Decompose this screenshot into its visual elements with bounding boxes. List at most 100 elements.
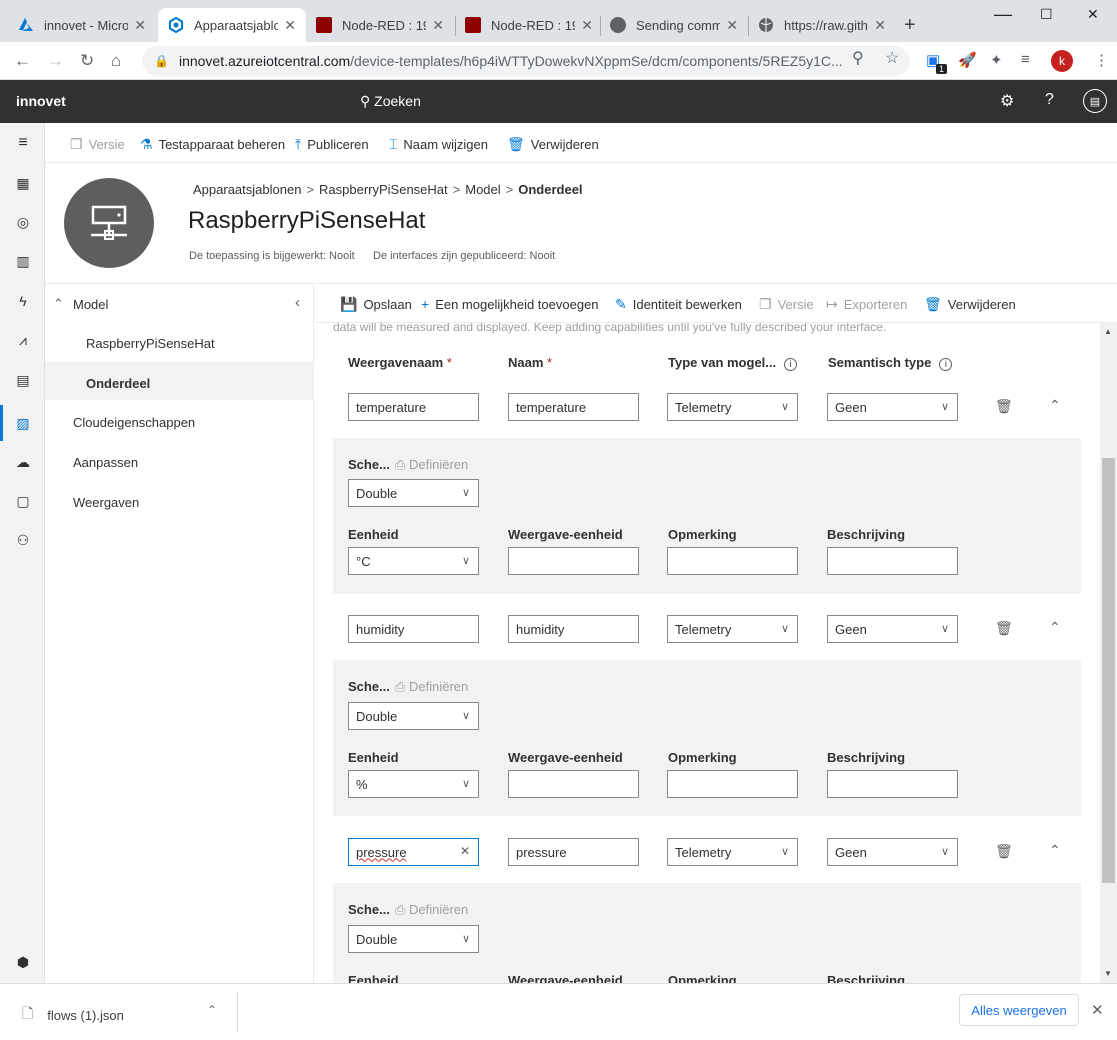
browser-tab[interactable]: Node-RED : 192 ✕	[455, 8, 603, 42]
browser-tab[interactable]: Node-RED : 192 ✕	[306, 8, 454, 42]
display-unit-input[interactable]	[508, 547, 639, 575]
browser-tab-active[interactable]: Apparaatsjablon ✕	[158, 8, 306, 42]
scrollbar-thumb[interactable]	[1102, 458, 1115, 883]
users-icon[interactable]: ⚇	[13, 530, 33, 550]
comment-input[interactable]	[667, 770, 798, 798]
version-button[interactable]: ❐ Versie	[759, 296, 814, 313]
reload-button[interactable]: ↻	[80, 51, 94, 71]
add-capability-button[interactable]: + Een mogelijkheid toevoegen	[421, 296, 599, 312]
name-input[interactable]: pressure	[508, 838, 639, 866]
chevron-up-icon[interactable]: ⌃	[1049, 842, 1061, 859]
home-button[interactable]: ⌂	[111, 51, 121, 71]
maximize-button[interactable]: ☐	[1040, 6, 1053, 23]
rename-button[interactable]: ⌶ Naam wijzigen	[389, 136, 488, 153]
info-icon[interactable]: i	[784, 357, 798, 371]
trash-icon[interactable]: 🗑	[995, 398, 1013, 415]
chevron-up-icon[interactable]: ⌃	[207, 1003, 217, 1017]
unit-dropdown[interactable]: °C ∨	[348, 547, 479, 575]
new-tab-button[interactable]: +	[904, 14, 916, 37]
description-input[interactable]	[827, 770, 958, 798]
iot-central-home-icon[interactable]: ⬢	[13, 952, 33, 972]
profile-avatar[interactable]: k	[1051, 50, 1073, 72]
name-input[interactable]: temperature	[508, 393, 639, 421]
display-unit-input[interactable]	[508, 770, 639, 798]
forward-button[interactable]: →	[47, 51, 64, 71]
display-name-input[interactable]: humidity	[348, 615, 479, 643]
close-icon[interactable]: ✕	[726, 17, 738, 34]
clear-icon[interactable]: ✕	[460, 844, 470, 858]
publish-button[interactable]: ⤒ Publiceren	[295, 136, 369, 153]
zoom-search-icon[interactable]: ⚲	[852, 48, 864, 68]
url-field[interactable]: 🔒 innovet.azureiotcentral.com/device-tem…	[142, 46, 910, 76]
puzzle-icon[interactable]: ✦	[990, 51, 1003, 69]
close-icon[interactable]: ✕	[134, 17, 146, 34]
info-icon[interactable]: i	[939, 357, 953, 371]
tree-item-component[interactable]: Onderdeel	[86, 376, 150, 391]
close-icon[interactable]: ✕	[874, 17, 886, 34]
schema-dropdown[interactable]: Double ∨	[348, 925, 479, 953]
gear-icon[interactable]: ⚙	[1000, 91, 1014, 111]
define-button[interactable]: ⎙ Definiëren	[395, 902, 468, 918]
user-account-icon[interactable]: ▤	[1083, 89, 1107, 113]
tree-item-customize[interactable]: Aanpassen	[73, 455, 138, 470]
scroll-down-arrow-icon[interactable]: ▼	[1104, 969, 1112, 978]
devices-icon[interactable]: ◎	[13, 212, 33, 232]
version-button[interactable]: ❐ Versie	[70, 136, 125, 153]
capability-type-dropdown[interactable]: Telemetry ∨	[667, 615, 798, 643]
breadcrumb-item[interactable]: Apparaatsjablonen	[193, 182, 301, 197]
manage-test-device-button[interactable]: ⚗ Testapparaat beheren	[140, 136, 285, 153]
close-icon[interactable]: ✕	[1091, 1001, 1104, 1019]
jobs-icon[interactable]: ▤	[13, 370, 33, 390]
semantic-type-dropdown[interactable]: Geen ∨	[827, 393, 958, 421]
breadcrumb-item[interactable]: Model	[465, 182, 500, 197]
minimize-button[interactable]: —	[994, 4, 1012, 25]
display-name-input[interactable]: temperature	[348, 393, 479, 421]
unit-dropdown[interactable]: % ∨	[348, 770, 479, 798]
comment-input[interactable]	[667, 547, 798, 575]
capability-type-dropdown[interactable]: Telemetry ∨	[667, 838, 798, 866]
edit-identity-button[interactable]: ✎ Identiteit bewerken	[615, 296, 742, 313]
tree-item-interface[interactable]: RaspberryPiSenseHat	[86, 336, 215, 351]
hamburger-menu-icon[interactable]: ≡	[13, 133, 33, 153]
semantic-type-dropdown[interactable]: Geen ∨	[827, 615, 958, 643]
schema-dropdown[interactable]: Double ∨	[348, 702, 479, 730]
help-icon[interactable]: ?	[1045, 91, 1054, 109]
define-button[interactable]: ⎙ Definiëren	[395, 679, 468, 695]
browser-tab[interactable]: innovet - Micro ✕	[8, 8, 156, 42]
delete-template-button[interactable]: 🗑 Verwijderen	[507, 136, 599, 153]
description-input[interactable]	[827, 547, 958, 575]
schema-dropdown[interactable]: Double ∨	[348, 479, 479, 507]
data-export-icon[interactable]: ☁	[13, 452, 33, 472]
tree-item-model[interactable]: Model	[73, 297, 108, 312]
bookmark-star-icon[interactable]: ☆	[885, 48, 899, 68]
analytics-icon[interactable]: ⩘	[13, 330, 33, 350]
breadcrumb-item[interactable]: RaspberryPiSenseHat	[319, 182, 448, 197]
save-button[interactable]: 💾 Opslaan	[340, 296, 412, 313]
capability-type-dropdown[interactable]: Telemetry ∨	[667, 393, 798, 421]
browser-tab[interactable]: https://raw.gith ✕	[748, 8, 896, 42]
device-groups-icon[interactable]: ▥	[13, 251, 33, 271]
dashboard-icon[interactable]: ▦	[13, 173, 33, 193]
close-icon[interactable]: ✕	[581, 17, 593, 34]
close-icon[interactable]: ✕	[284, 17, 296, 34]
define-button[interactable]: ⎙ Definiëren	[395, 457, 468, 473]
trash-icon[interactable]: 🗑	[995, 620, 1013, 637]
tree-item-views[interactable]: Weergaven	[73, 495, 139, 510]
semantic-type-dropdown[interactable]: Geen ∨	[827, 838, 958, 866]
administration-icon[interactable]: ▢	[13, 491, 33, 511]
tree-item-cloud-properties[interactable]: Cloudeigenschappen	[73, 415, 195, 430]
export-button[interactable]: ↦ Exporteren	[826, 296, 907, 313]
kebab-menu-icon[interactable]: ⋮	[1094, 51, 1109, 69]
reading-list-icon[interactable]: ≡	[1021, 51, 1030, 68]
close-window-button[interactable]: ✕	[1087, 6, 1099, 23]
display-name-input[interactable]: pressure ✕	[348, 838, 479, 866]
show-all-downloads-button[interactable]: Alles weergeven	[959, 994, 1079, 1026]
delete-button[interactable]: 🗑 Verwijderen	[924, 296, 1016, 313]
trash-icon[interactable]: 🗑	[995, 843, 1013, 860]
content-scrollbar[interactable]: ▲ ▼	[1100, 323, 1117, 983]
rules-icon[interactable]: ϟ	[13, 291, 33, 311]
scroll-up-arrow-icon[interactable]: ▲	[1104, 327, 1112, 336]
device-templates-icon[interactable]: ▨	[13, 413, 33, 433]
chevron-up-icon[interactable]: ⌃	[1049, 397, 1061, 414]
back-button[interactable]: ←	[14, 51, 31, 71]
